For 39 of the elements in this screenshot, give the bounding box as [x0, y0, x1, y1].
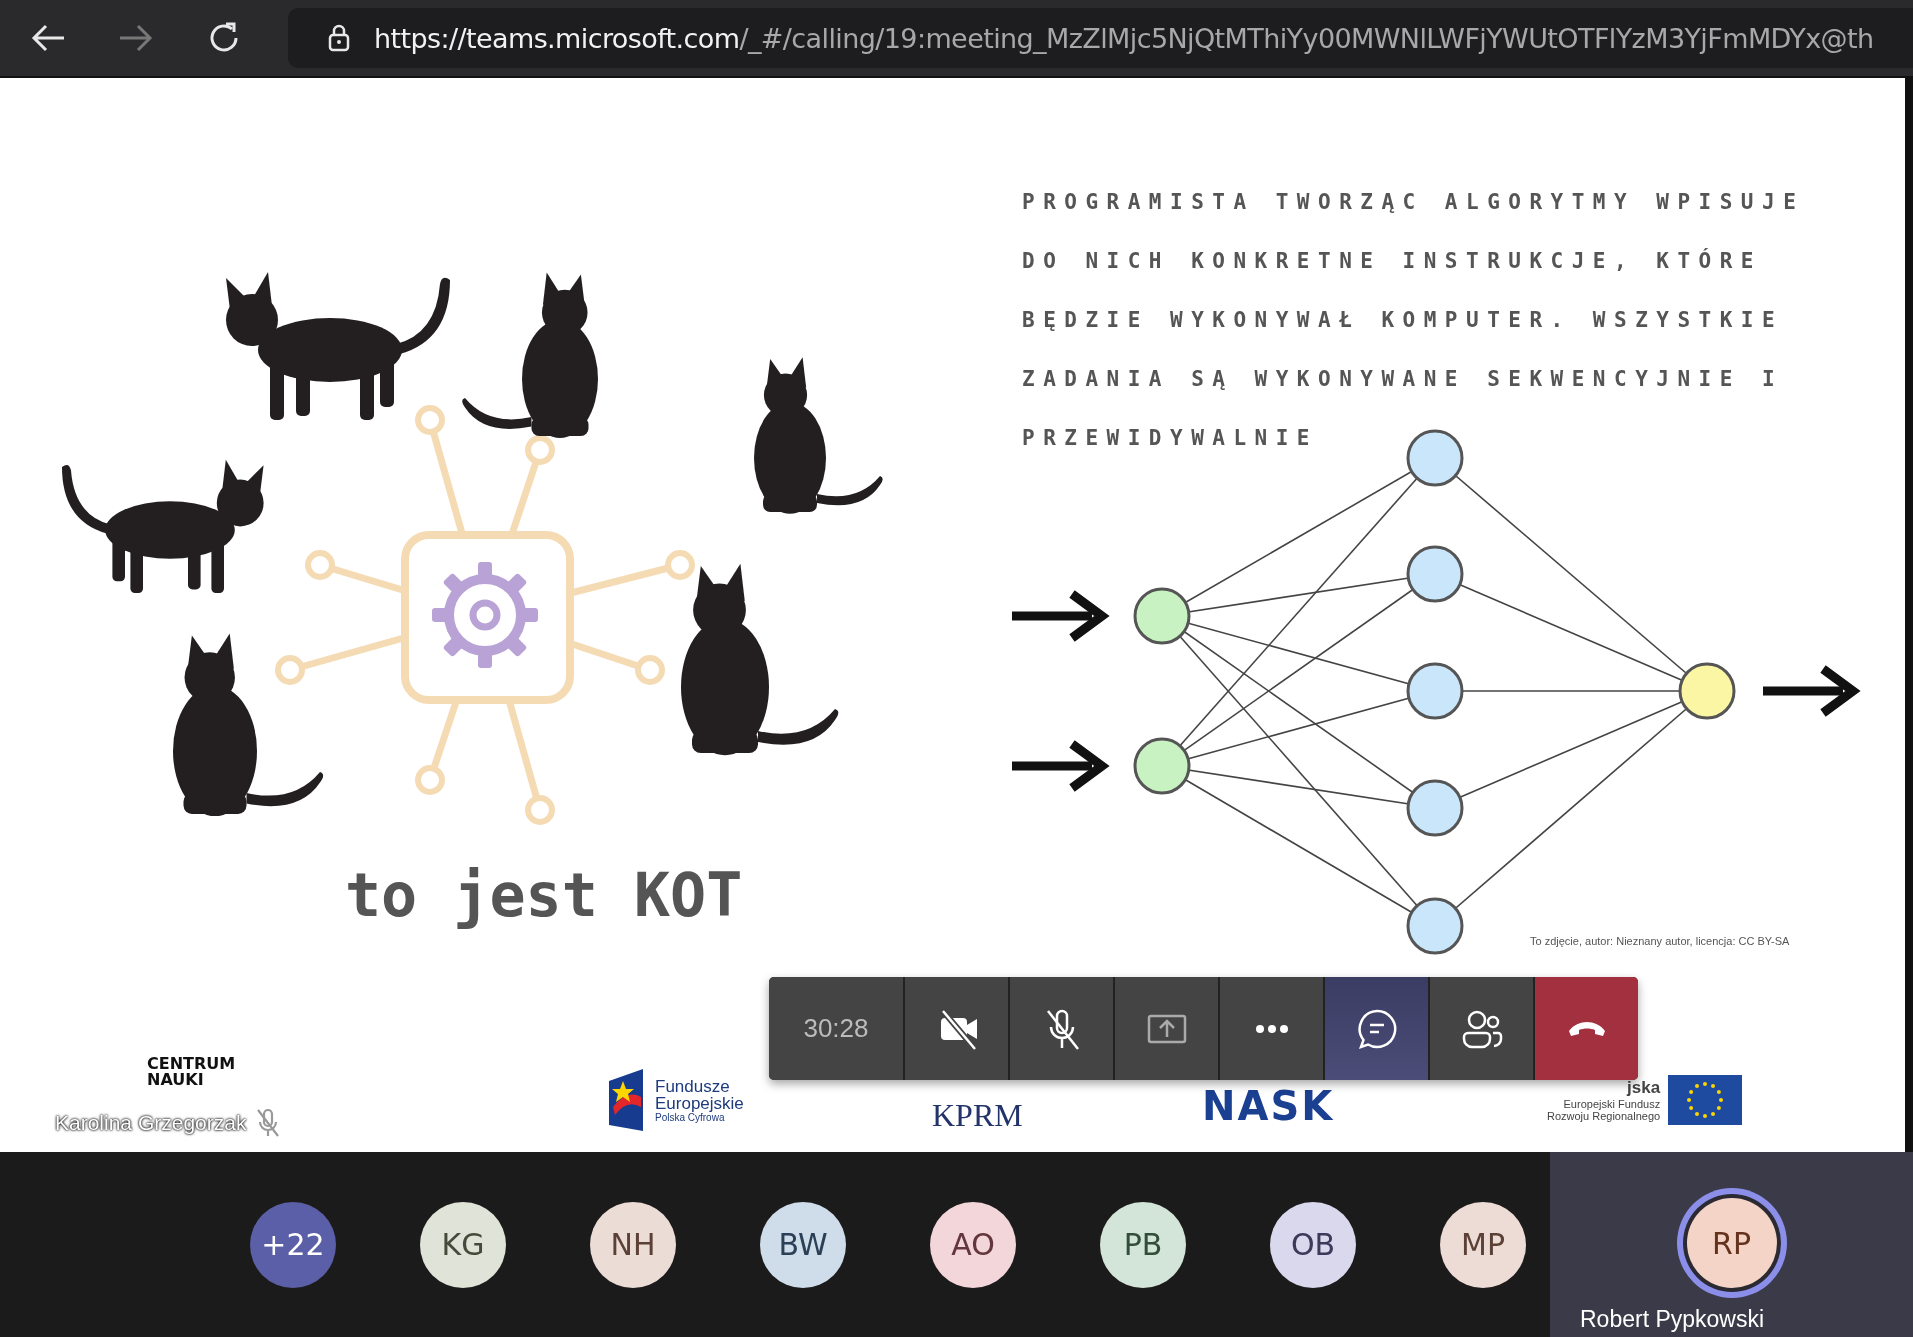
participant-avatar[interactable]: KG	[420, 1201, 506, 1288]
participant-avatar[interactable]: BW	[760, 1201, 846, 1288]
logo-text: Polska Cyfrowa	[655, 1111, 725, 1123]
participant-avatar[interactable]: NH	[590, 1201, 676, 1288]
logo-text: NAUKI	[147, 1072, 205, 1088]
url-path: /_#/calling/19:meeting_MzZlMjc5NjQtMThiYy00MWNlLWFjYWUtOTFlYzM3YjFmMDYx@th	[739, 22, 1874, 54]
participant-avatar[interactable]: +22	[250, 1201, 336, 1288]
lock-icon	[328, 24, 350, 52]
participant-avatar[interactable]: PB	[1100, 1201, 1186, 1288]
more-icon	[1253, 1023, 1290, 1034]
mic-off-button[interactable]	[1010, 977, 1113, 1080]
camera-off-button[interactable]	[905, 977, 1008, 1080]
logo-text: jska	[1625, 1078, 1661, 1098]
call-timer: 30:28	[769, 977, 903, 1080]
slide-text: PROGRAMISTA TWORZĄC ALGORYTMY WPISUJE DO NICH KONKRETNE INSTRUKCJE, KTÓRE BĘDZIE WYKONYWAŁ KOMPUTER. WSZYSTKIE ZADANIA SĄ WYKONYWANE SEKWENCYJNIE I PRZEWIDYWALNIE	[1022, 189, 1806, 452]
image-credit: To zdjęcie, autor: Nieznany autor, licencja: CC BY-SA	[1530, 935, 1791, 947]
logo-text: CENTRUM	[147, 1056, 236, 1072]
participant-name: Robert Pypkowski	[1580, 1306, 1765, 1334]
url-host: https://teams.microsoft.com	[374, 22, 740, 54]
eu-flag-icon	[1668, 1075, 1743, 1125]
participant-avatar[interactable]: MP	[1440, 1201, 1526, 1288]
address-bar[interactable]: https://teams.microsoft.com/_#/calling/19:meeting_MzZlMjc5NjQtMThiYy00MWNlLWFjYWUtOTFlYzM3YjFmMDYx@th	[288, 8, 1913, 68]
share-button[interactable]	[1115, 977, 1218, 1080]
participant-name: Karolina Grzegorzak	[55, 1111, 247, 1135]
slide-caption: to jest KOT	[345, 860, 743, 930]
logo-text: Fundusze	[655, 1077, 731, 1095]
participants-button[interactable]	[1430, 977, 1533, 1080]
participant-avatar[interactable]: AO	[930, 1201, 1016, 1288]
logo-text: Rozwoju Regionalnego	[1547, 1110, 1661, 1122]
participant-avatar[interactable]: OB	[1270, 1201, 1356, 1288]
logo-text: Europejskie	[655, 1094, 744, 1112]
logo-text: KPRM	[932, 1096, 1023, 1134]
back-icon[interactable]	[30, 23, 66, 53]
logo-text: Europejski Fundusz	[1562, 1098, 1661, 1110]
logo-text: NASK	[1202, 1083, 1335, 1129]
chat-button[interactable]	[1325, 977, 1428, 1080]
phone-icon	[1567, 1020, 1606, 1037]
gear-icon	[432, 562, 538, 668]
hang-up-button[interactable]	[1535, 977, 1638, 1080]
